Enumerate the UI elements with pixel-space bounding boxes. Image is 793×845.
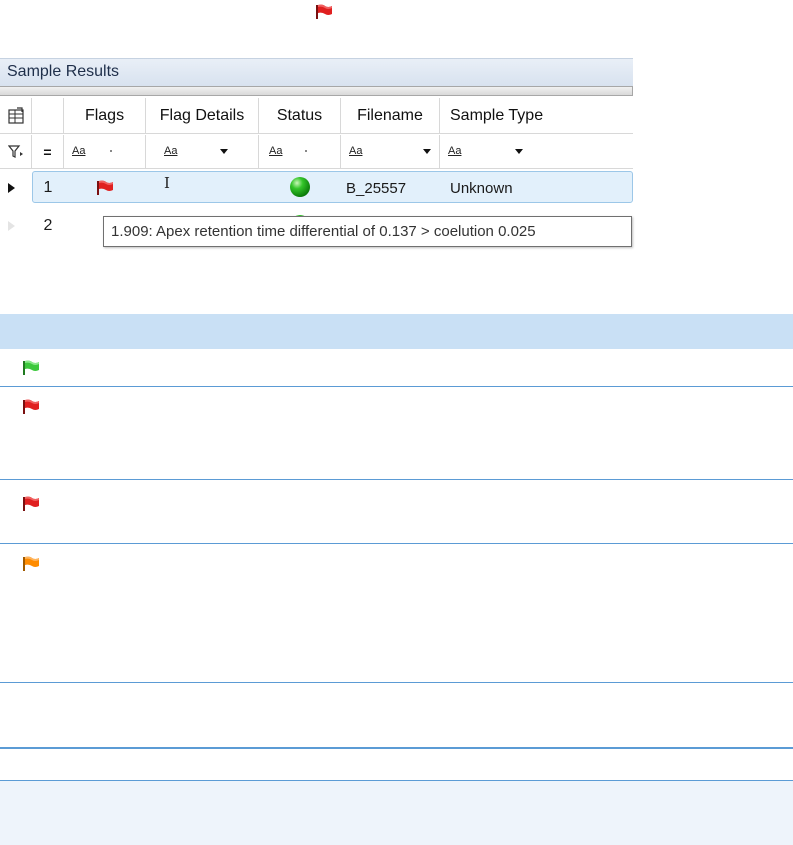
table-row [0,683,793,745]
dropdown-arrow-icon[interactable] [423,149,431,154]
column-header-sample-type[interactable]: Sample Type [440,98,633,134]
grid-filter-row: = Aa Aa Aa Aa Aa [0,135,633,169]
filter-cell-sample-type[interactable]: Aa [440,135,633,168]
grid-header-row: Flags Flag Details Status Filename Sampl… [0,98,633,134]
filter-cell-flag-details[interactable]: Aa [146,135,259,168]
column-header-flags[interactable]: Flags [64,98,146,134]
row-number: 1 [43,179,53,196]
row-number: 2 [43,217,53,234]
column-header-filename[interactable]: Filename [341,98,440,134]
table-row [0,544,793,683]
filter-icon[interactable] [0,135,32,168]
column-header-status[interactable]: Status [259,98,341,134]
red-flag-icon [22,496,40,512]
panel-toolbar-strip [0,86,633,96]
filter-operator-label: Aa [349,145,363,157]
filter-cell-status[interactable]: Aa [259,135,341,168]
column-chooser-icon[interactable] [0,98,32,134]
sample-results-panel: Sample Results Flags Flag Details Status… [0,58,633,250]
column-header-flag-details[interactable]: Flag Details [146,98,259,134]
orange-flag-icon [22,556,40,572]
filter-dot [305,150,307,152]
filter-equals-label: = [32,135,64,168]
filter-cell-filename[interactable]: Aa [341,135,440,168]
filename-cell[interactable]: B_25557 [346,180,406,197]
green-flag-icon [22,360,40,376]
row-indicator-header [32,98,64,134]
red-flag-icon[interactable] [96,180,114,196]
row-selection-highlight [32,171,633,203]
red-flag-icon [315,4,333,20]
green-status-icon [290,177,310,197]
panel-title: Sample Results [0,58,633,86]
legend-header-row [0,314,793,349]
table-row [0,480,793,544]
flag-legend-table [0,314,793,745]
row-arrow-icon [8,221,15,231]
red-flag-icon [22,399,40,415]
dropdown-arrow-icon[interactable] [220,149,228,154]
table-row[interactable]: 1 I B_25557 Unknown [0,171,633,207]
dropdown-arrow-icon[interactable] [515,149,523,154]
table-row [0,387,793,480]
sample-type-cell[interactable]: Unknown [450,180,513,197]
filter-operator-label: Aa [164,145,178,157]
flag-tooltip: 1.909: Apex retention time differential … [103,216,632,247]
filter-operator-label: Aa [269,145,283,157]
section-divider [0,747,793,749]
table-row [0,780,793,845]
filter-operator-label: Aa [72,145,86,157]
table-row [0,349,793,387]
filter-cell-flags[interactable]: Aa [64,135,146,168]
filter-operator-label: Aa [448,145,462,157]
filter-dot [110,150,112,152]
current-row-arrow-icon [8,183,15,193]
text-cursor-icon: I [164,174,170,192]
